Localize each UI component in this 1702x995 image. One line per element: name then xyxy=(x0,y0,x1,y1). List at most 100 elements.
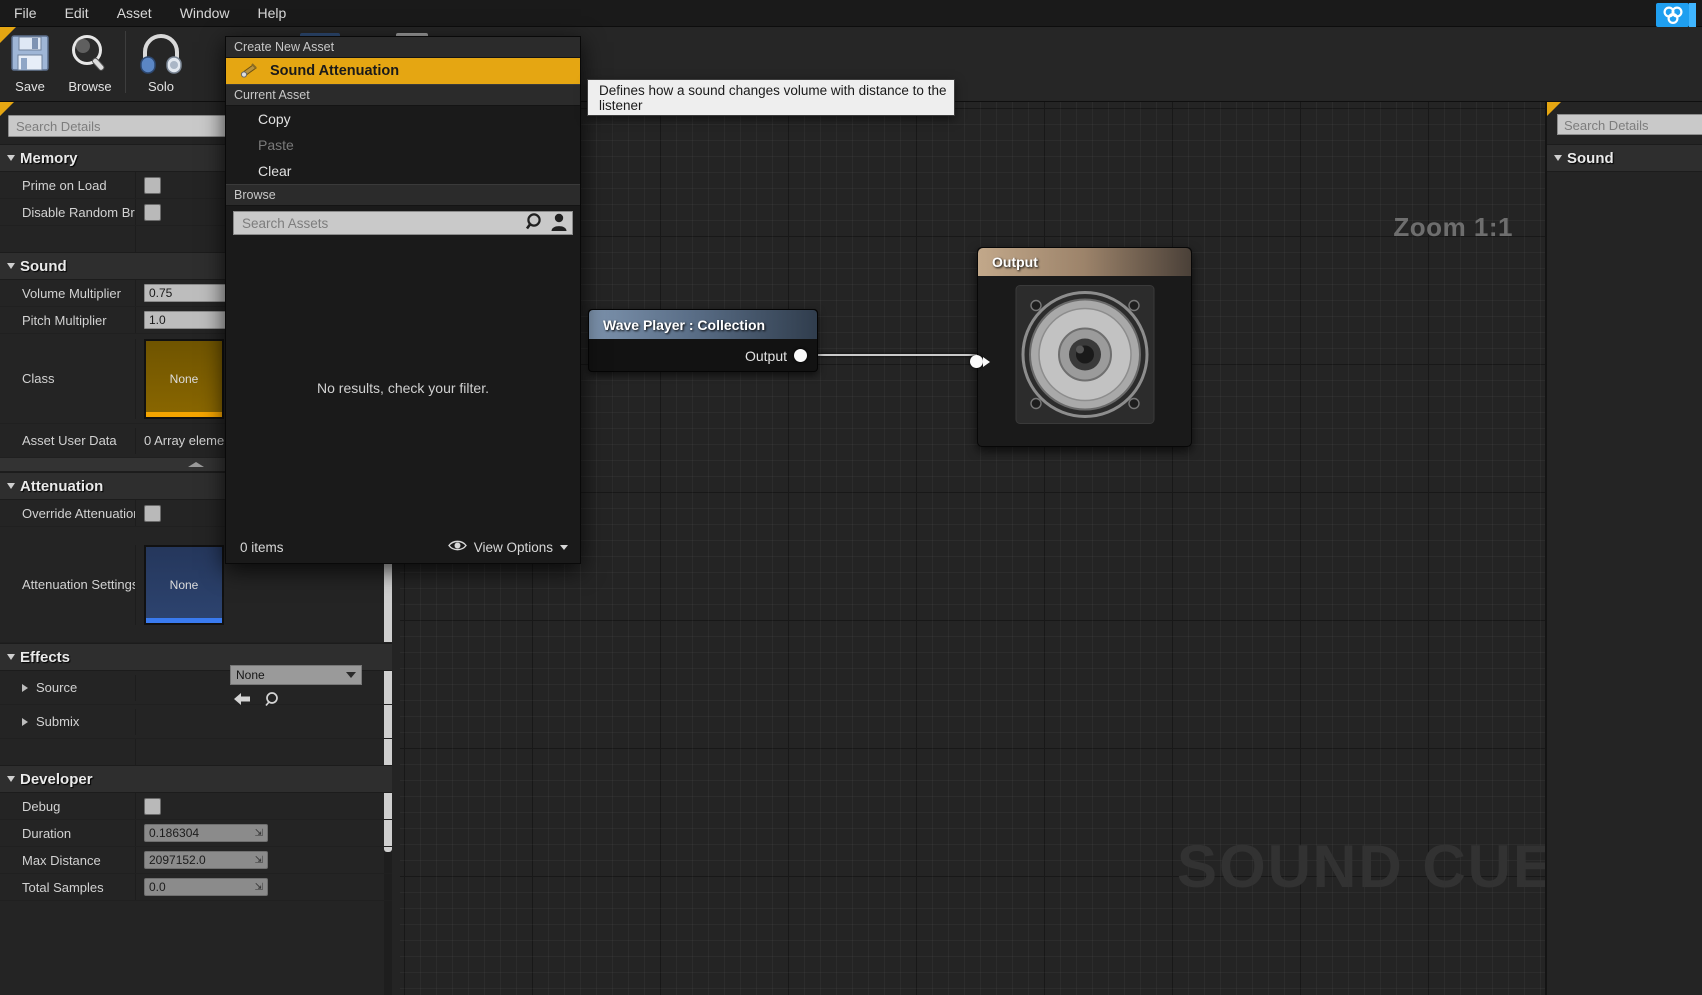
right-panel-search-input[interactable]: Search Details xyxy=(1557,114,1702,135)
property-value xyxy=(135,708,392,735)
graph-node-output[interactable]: Output xyxy=(970,247,1192,447)
graph-node-input-pin[interactable] xyxy=(970,355,990,368)
browse-header: Browse xyxy=(226,185,580,206)
chevron-down-icon xyxy=(7,483,15,489)
graph-node-output-pin-label: Output xyxy=(744,347,787,364)
browse-button[interactable]: Browse xyxy=(60,29,120,101)
asset-search-icons xyxy=(525,212,568,235)
graph-node-output-pin[interactable] xyxy=(794,349,807,362)
spinner-icon[interactable]: ⇲ xyxy=(255,852,263,869)
solo-button-label: Solo xyxy=(147,79,175,94)
chevron-down-icon xyxy=(7,776,15,782)
graph-node-input-pin-dot xyxy=(970,355,983,368)
category-label: Developer xyxy=(20,770,93,788)
view-options-button[interactable]: View Options xyxy=(447,539,568,555)
property-label: Max Distance xyxy=(22,852,101,868)
sound-attenuation-icon xyxy=(240,62,258,81)
menu-item-edit[interactable]: Edit xyxy=(51,1,103,25)
save-button-label: Save xyxy=(15,79,45,94)
attenuation-settings-thumbnail[interactable]: None xyxy=(144,544,224,625)
toolbar-separator xyxy=(125,31,126,93)
graph-connection-wire[interactable] xyxy=(818,354,978,356)
toolbar-corner-marker xyxy=(0,27,16,43)
property-label-wrap: Source xyxy=(0,680,135,695)
current-asset-header: Current Asset xyxy=(226,85,580,106)
property-value: 0.0 ⇲ xyxy=(135,874,392,900)
property-value xyxy=(135,793,392,819)
graph-node-title: Wave Player : Collection xyxy=(589,310,817,339)
zoom-level-label: Zoom 1:1 xyxy=(1393,212,1513,242)
category-label: Attenuation xyxy=(20,477,104,495)
epic-games-icon[interactable] xyxy=(1656,3,1689,27)
menu-bar: File Edit Asset Window Help xyxy=(0,0,1702,27)
max-distance-value: 2097152.0 xyxy=(149,852,206,867)
pitch-multiplier-input[interactable]: 1.0 xyxy=(144,311,232,329)
chevron-right-icon xyxy=(22,683,28,692)
create-new-asset-header: Create New Asset xyxy=(226,37,580,58)
total-samples-value: 0.0 xyxy=(149,879,166,894)
menu-item-help[interactable]: Help xyxy=(244,1,301,25)
class-asset-thumbnail-label: None xyxy=(169,371,199,386)
magnifier-icon[interactable] xyxy=(525,212,545,235)
graph-node-wave-player[interactable]: Wave Player : Collection Output xyxy=(588,309,818,372)
spinner-icon[interactable]: ⇲ xyxy=(255,879,263,896)
property-row: Debug xyxy=(0,793,392,820)
headphones-icon xyxy=(138,29,184,79)
chevron-down-icon xyxy=(1554,155,1562,161)
asset-picker-empty-state: No results, check your filter. xyxy=(317,380,489,396)
category-header-developer[interactable]: Developer xyxy=(0,765,392,793)
person-icon[interactable] xyxy=(550,212,568,235)
volume-multiplier-input[interactable]: 0.75 xyxy=(144,284,232,302)
speaker-icon xyxy=(1010,280,1160,433)
property-spacer xyxy=(0,739,392,765)
override-attenuation-checkbox[interactable] xyxy=(144,504,161,522)
property-label: Duration xyxy=(22,825,72,841)
property-label: Disable Random Bran xyxy=(22,204,135,220)
duration-input[interactable]: 0.186304 ⇲ xyxy=(144,824,268,842)
eye-icon xyxy=(447,539,467,555)
property-value: 0.186304 ⇲ xyxy=(135,820,392,846)
menu-item-asset[interactable]: Asset xyxy=(103,1,166,25)
right-details-panel: Search Details Sound xyxy=(1545,102,1702,995)
magnifier-icon xyxy=(67,29,113,79)
property-row[interactable]: Submix xyxy=(0,705,392,739)
class-asset-thumbnail[interactable]: None xyxy=(144,338,224,419)
picker-item-clear[interactable]: Clear xyxy=(226,158,580,184)
property-label: Override Attenuation xyxy=(22,505,135,521)
right-panel-category-header[interactable]: Sound xyxy=(1547,144,1702,172)
back-arrow-icon[interactable] xyxy=(232,691,252,710)
chevron-right-icon xyxy=(22,717,28,726)
asset-picker-footer: 0 items View Options xyxy=(226,531,580,563)
max-distance-input[interactable]: 2097152.0 ⇲ xyxy=(144,851,268,869)
attenuation-nav-buttons xyxy=(228,689,298,711)
property-label: Volume Multiplier xyxy=(22,285,121,301)
property-label: Debug xyxy=(22,798,61,814)
property-label: Pitch Multiplier xyxy=(22,312,107,328)
total-samples-input[interactable]: 0.0 ⇲ xyxy=(144,878,268,896)
graph-node-body: Output xyxy=(589,339,817,372)
spacer-value xyxy=(135,739,392,765)
solo-button[interactable]: Solo xyxy=(131,29,191,101)
category-label: Memory xyxy=(20,149,78,167)
prime-on-load-checkbox[interactable] xyxy=(144,176,161,194)
spinner-icon[interactable]: ⇲ xyxy=(255,825,263,842)
chevron-down-icon xyxy=(560,544,568,550)
debug-checkbox[interactable] xyxy=(144,797,161,815)
picker-item-copy[interactable]: Copy xyxy=(226,106,580,132)
property-value: 2097152.0 ⇲ xyxy=(135,847,392,873)
chevron-down-icon xyxy=(7,263,15,269)
graph-node-title: Output xyxy=(978,248,1191,276)
property-row: Max Distance 2097152.0 ⇲ xyxy=(0,847,392,874)
menu-item-file[interactable]: File xyxy=(0,1,51,25)
property-row: Duration 0.186304 ⇲ xyxy=(0,820,392,847)
property-label: Submix xyxy=(36,714,80,729)
create-sound-attenuation-item[interactable]: Sound Attenuation xyxy=(226,58,580,84)
asset-search-input[interactable]: Search Assets xyxy=(233,211,573,235)
picker-item-paste: Paste xyxy=(258,137,294,153)
magnifier-icon[interactable] xyxy=(264,691,282,710)
account-badge-edge xyxy=(1689,3,1696,27)
menu-item-window[interactable]: Window xyxy=(166,1,244,25)
property-label: Class xyxy=(22,371,55,386)
disable-random-branch-checkbox[interactable] xyxy=(144,203,161,221)
attenuation-settings-combo[interactable]: None xyxy=(230,665,362,685)
